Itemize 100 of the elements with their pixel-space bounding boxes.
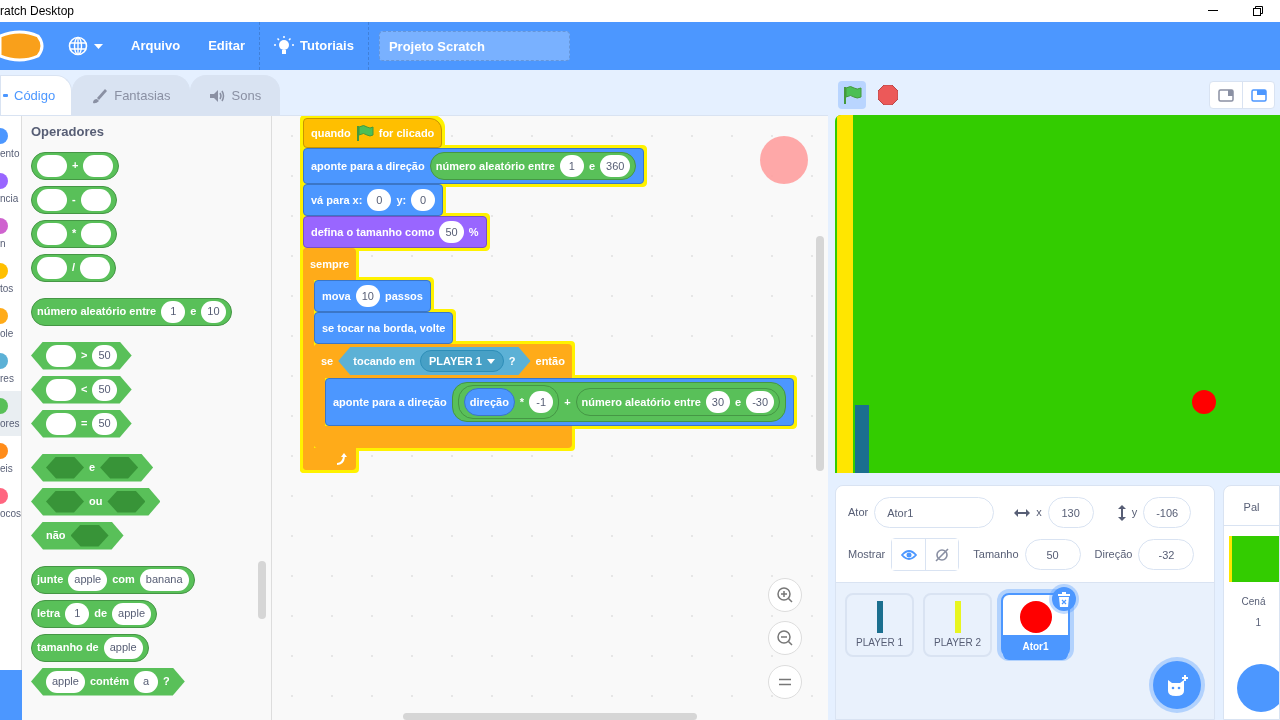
window-title: ratch Desktop — [0, 3, 76, 20]
c-block[interactable]: sempre mova 10 passos se tocar na borda, volte se tocando em PLAYER 1 ? então aponte para a direção direção * -1 + número aleatório entre 30 e -30 — [303, 248, 795, 470]
sprite-tile[interactable]: PLAYER 2 — [923, 593, 992, 657]
text-input[interactable]: apple — [68, 568, 108, 591]
block-label: e — [735, 394, 742, 410]
add-backdrop-button[interactable] — [1236, 664, 1279, 712]
empty-input[interactable] — [46, 344, 76, 367]
code-block[interactable]: aponte para a direção número aleatório entre 1 e 360 — [303, 148, 645, 184]
text-input[interactable]: apple — [46, 670, 85, 693]
empty-input[interactable] — [46, 412, 76, 435]
sprite-name-field[interactable]: Ator1 — [874, 497, 995, 528]
category-button[interactable]: ncia — [0, 166, 21, 211]
number-input[interactable]: 30 — [705, 391, 731, 413]
number-input[interactable]: 360 — [600, 155, 631, 177]
boolean-block[interactable]: < 50 — [31, 375, 132, 404]
block-label: % — [468, 224, 479, 240]
restore-icon[interactable] — [1252, 6, 1263, 16]
category-button[interactable]: ocos — [0, 481, 21, 526]
number-input[interactable]: 50 — [439, 221, 464, 243]
category-button[interactable]: ole — [0, 301, 21, 346]
reporter-block[interactable]: número aleatório entre 30 e -30 — [575, 388, 781, 416]
sprite-tile[interactable]: PLAYER 1 — [845, 593, 914, 657]
number-input[interactable]: 1 — [161, 300, 186, 323]
empty-input[interactable] — [46, 378, 76, 401]
start-button[interactable] — [838, 81, 866, 109]
brush-icon — [91, 87, 109, 104]
empty-input[interactable] — [37, 222, 67, 245]
number-input[interactable]: 50 — [92, 412, 117, 435]
empty-input[interactable] — [81, 222, 112, 245]
empty-input[interactable] — [37, 256, 67, 279]
c-block[interactable]: se tocando em PLAYER 1 ? então aponte para a direção direção * -1 + número aleatório entre 30 e -30 — [314, 344, 795, 448]
code-block[interactable]: defina o tamanho como 50 % — [303, 216, 487, 248]
block-label: passos — [385, 288, 423, 304]
number-input[interactable]: 0 — [411, 189, 436, 211]
empty-input[interactable] — [37, 188, 67, 211]
category-button[interactable]: eis — [0, 436, 21, 481]
scrollbar[interactable] — [403, 713, 697, 720]
number-input[interactable]: 50 — [92, 378, 117, 401]
minimize-icon[interactable] — [1207, 10, 1218, 12]
code-block[interactable]: vá para x: 0 y: 0 — [303, 184, 444, 216]
palette-heading: Operadores — [31, 123, 105, 141]
reporter-block[interactable]: número aleatório entre 1 e 10 — [31, 297, 232, 326]
stage-layout-icon — [1218, 87, 1234, 103]
number-input[interactable]: 1 — [559, 155, 584, 177]
category-button[interactable]: ores — [0, 391, 21, 436]
category-button[interactable]: res — [0, 346, 21, 391]
number-input[interactable]: 10 — [355, 285, 380, 307]
field-label: Mostrar — [848, 547, 886, 563]
category-button[interactable]: ento — [0, 121, 21, 166]
reporter-block[interactable]: letra 1 de apple — [31, 599, 157, 628]
direction-field[interactable]: -32 — [1138, 539, 1195, 570]
number-input[interactable]: 1 — [65, 602, 90, 625]
number-input[interactable]: -1 — [529, 391, 554, 413]
add-sprite-button[interactable] — [1152, 661, 1201, 709]
reporter-block[interactable]: direção * -1 + número aleatório entre 30 e -30 — [451, 382, 787, 422]
hide-button[interactable] — [925, 539, 959, 570]
text-input[interactable]: banana — [139, 568, 189, 591]
text-input[interactable]: a — [134, 670, 159, 693]
boolean-block[interactable]: > 50 — [31, 341, 132, 370]
scrollbar[interactable] — [258, 561, 266, 619]
reporter-block[interactable]: direção * -1 — [457, 385, 560, 419]
code-block[interactable]: mova 10 passos — [314, 280, 431, 312]
boolean-block[interactable]: apple contém a ? — [31, 667, 185, 696]
zoom-out-button[interactable] — [768, 621, 802, 655]
delete-button[interactable] — [1052, 587, 1076, 611]
zoom-reset-button[interactable] — [768, 665, 802, 699]
logo-icon[interactable] — [0, 30, 44, 62]
block-label: mova — [322, 288, 351, 304]
block-label: vá para x: — [311, 192, 363, 208]
block-label: junte — [37, 572, 64, 588]
number-input[interactable]: 0 — [367, 189, 392, 211]
empty-input[interactable] — [37, 154, 67, 177]
reporter-block[interactable]: tamanho de apple — [31, 633, 149, 662]
field-label: x — [1036, 505, 1042, 521]
zoom-in-button[interactable] — [768, 578, 802, 612]
reporter-block[interactable]: junte apple com banana — [31, 565, 195, 594]
block-label: tamanho de — [37, 640, 99, 656]
y-position-field[interactable]: -106 — [1143, 497, 1192, 528]
empty-input[interactable] — [83, 154, 114, 177]
caret-icon — [94, 43, 103, 49]
field-label: y — [1131, 505, 1138, 521]
block-label: for clicado — [378, 125, 435, 141]
code-block[interactable]: aponte para a direção direção * -1 + número aleatório entre 30 e -30 — [325, 378, 795, 426]
category-button[interactable]: n — [0, 211, 21, 256]
text-input[interactable]: apple — [103, 636, 143, 659]
empty-input[interactable] — [80, 256, 111, 279]
empty-input[interactable] — [80, 188, 111, 211]
scrollbar[interactable] — [816, 236, 824, 471]
x-position-field[interactable]: 130 — [1047, 497, 1094, 528]
block-label: com — [112, 572, 135, 588]
number-input[interactable]: -30 — [746, 391, 775, 413]
backdrops-count: 1 — [1254, 616, 1262, 630]
category-button[interactable]: tos — [0, 256, 21, 301]
number-input[interactable]: 10 — [201, 300, 226, 323]
reporter-block[interactable]: número aleatório entre 1 e 360 — [429, 152, 637, 180]
text-input[interactable]: apple — [112, 602, 151, 625]
size-field[interactable]: 50 — [1024, 539, 1081, 570]
number-input[interactable]: 50 — [92, 344, 117, 367]
block-label: aponte para a direção — [333, 394, 447, 410]
boolean-block[interactable]: = 50 — [31, 409, 132, 438]
